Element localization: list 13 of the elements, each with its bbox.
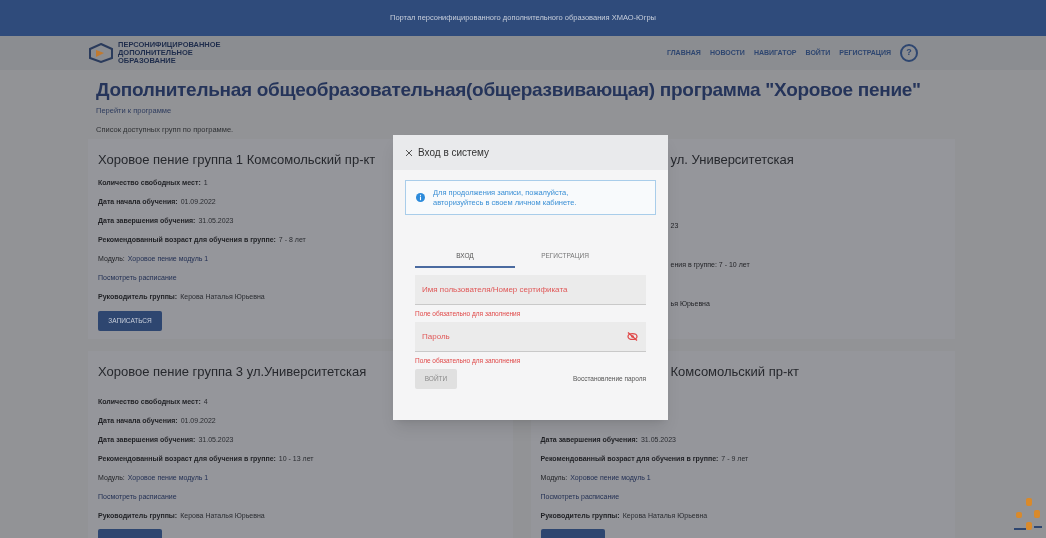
close-icon[interactable]: [405, 148, 413, 157]
help-button[interactable]: ?: [900, 44, 918, 62]
info-icon: [416, 193, 425, 202]
eye-off-icon[interactable]: [627, 332, 638, 341]
group-title: Хоровое пение группа 3 ул.Университетская: [98, 364, 367, 379]
group-title: Комсомольский пр-кт: [670, 364, 800, 379]
logo-icon: [88, 43, 114, 63]
password-field[interactable]: Пароль: [415, 322, 646, 352]
group-title: ул. Университетская: [670, 152, 794, 167]
group-title: Хоровое пение группа 1 Комсомольский пр-кт: [98, 152, 376, 167]
page-title: Дополнительная общеобразовательная(общеразвивающая) программа "Хоровое пение": [96, 78, 922, 102]
username-field[interactable]: Имя пользователя/Номер сертификата: [415, 275, 646, 305]
dialog-title: Вход в систему: [418, 146, 490, 160]
